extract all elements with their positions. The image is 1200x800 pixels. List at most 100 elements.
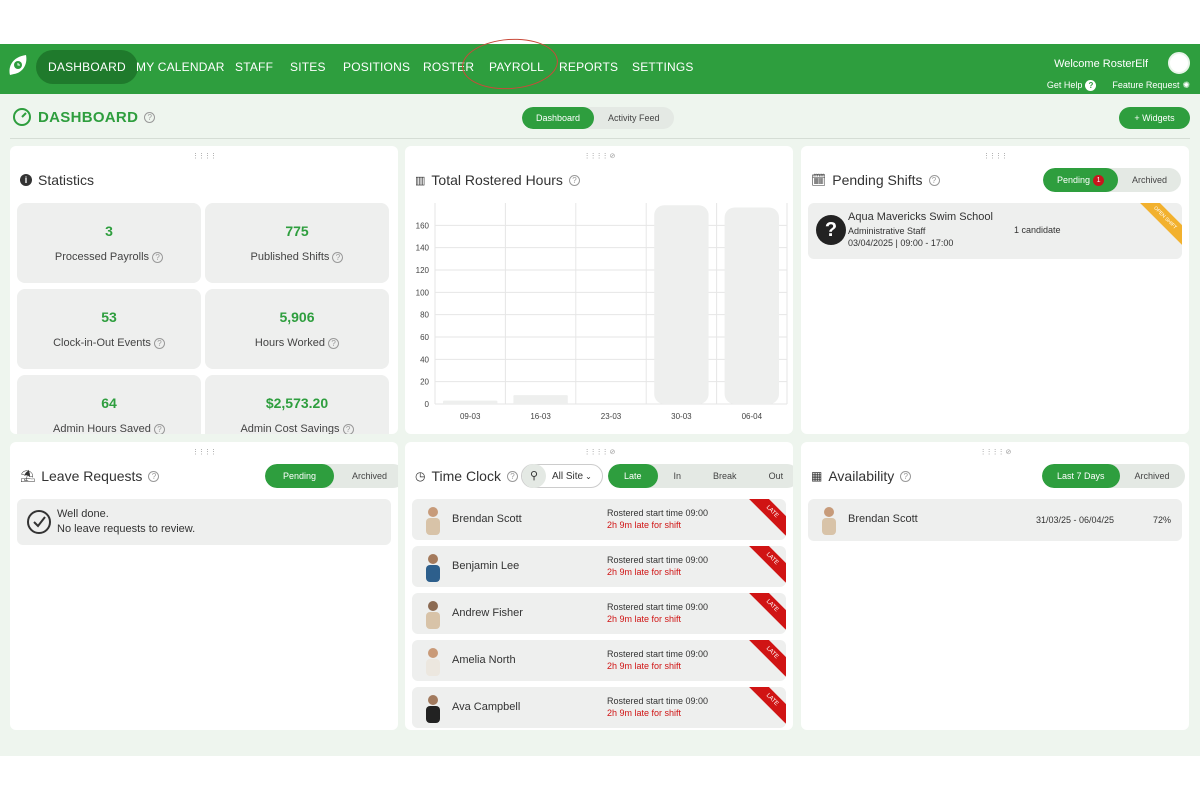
y-tick-label: 60 (420, 333, 429, 342)
y-tick-label: 80 (420, 311, 429, 320)
company-name: Aqua Mavericks Swim School (848, 211, 993, 223)
location-pin-icon: ⚲ (522, 464, 546, 488)
drag-handle-icon[interactable]: ⋮⋮⋮⋮ ⊘ (980, 448, 1012, 456)
drag-handle-icon[interactable]: ⋮⋮⋮⋮ (983, 152, 1008, 160)
drag-handle-icon[interactable]: ⋮⋮⋮⋮ ⊘ (584, 448, 616, 456)
help-icon: ? (152, 252, 164, 263)
help-icon: ? (1085, 80, 1097, 91)
pending-shifts-tabs: Pending 1 Archived (1043, 168, 1182, 192)
lightbulb-icon: ✺ (1182, 80, 1190, 90)
nav-reports[interactable]: REPORTS (547, 50, 630, 84)
tab-pending[interactable]: Pending (265, 464, 335, 488)
nav-positions[interactable]: POSITIONS (331, 50, 422, 84)
candidate-count: 1 candidate (1014, 225, 1061, 235)
x-tick-label: 23-03 (601, 412, 622, 421)
help-icon: ? (153, 424, 165, 434)
shift-time: 03/04/2025 | 09:00 - 17:00 (848, 238, 954, 248)
time-clock-row[interactable]: Andrew Fisher Rostered start time 09:00 2… (412, 593, 786, 634)
tab-archived[interactable]: Archived (1118, 168, 1181, 192)
x-tick-label: 30-03 (671, 412, 692, 421)
tab-in[interactable]: In (658, 464, 698, 488)
chevron-down-icon: ⌄ (585, 471, 592, 481)
view-toggle: Dashboard Activity Feed (522, 107, 674, 129)
app-frame: DASHBOARD MY CALENDAR STAFF SITES POSITI… (0, 35, 1200, 756)
availability-percent: 72% (1153, 515, 1172, 525)
tab-dashboard[interactable]: Dashboard (522, 107, 595, 129)
question-icon: ? (816, 215, 846, 245)
stat-card: 64 Admin Hours Saved ? (17, 375, 201, 434)
time-clock-row[interactable]: Brendan Scott Rostered start time 09:00 2… (412, 499, 786, 540)
time-clock-row[interactable]: Benjamin Lee Rostered start time 09:00 2h… (412, 546, 786, 587)
tab-archived[interactable]: Archived (1120, 464, 1185, 488)
statistics-panel: ⋮⋮⋮⋮ i Statistics 3 Processed Payrolls ?… (10, 146, 398, 434)
tab-activity-feed[interactable]: Activity Feed (594, 107, 674, 129)
availability-tabs: Last 7 Days Archived (1042, 464, 1185, 488)
help-icon: ? (342, 424, 354, 434)
time-clock-row[interactable]: Amelia North Rostered start time 09:00 2h… (412, 640, 786, 681)
time-clock-row[interactable]: Ava Campbell Rostered start time 09:00 2h… (412, 687, 786, 728)
leave-requests-tabs: Pending Archived (265, 464, 398, 488)
help-icon[interactable]: ? (148, 470, 160, 482)
y-tick-label: 40 (420, 355, 429, 364)
y-tick-label: 160 (416, 221, 430, 230)
rosterelf-logo-icon[interactable] (6, 53, 30, 79)
drag-handle-icon[interactable]: ⋮⋮⋮⋮ (192, 448, 217, 456)
staff-avatar (426, 648, 440, 676)
tab-late[interactable]: Late (608, 464, 658, 488)
beach-chair-icon: ⛱ (20, 469, 36, 483)
message-body: No leave requests to review. (57, 523, 196, 535)
add-widgets-button[interactable]: + Widgets (1119, 107, 1190, 129)
pending-shifts-panel: ⋮⋮⋮⋮ 🗓 Pending Shifts ? Pending 1 Archive… (801, 146, 1189, 434)
y-tick-label: 140 (416, 244, 430, 253)
user-avatar[interactable] (1168, 52, 1190, 74)
availability-row[interactable]: Brendan Scott 31/03/25 - 06/04/25 72% (808, 499, 1182, 541)
welcome-text: Welcome RosterElf (1054, 58, 1148, 70)
y-tick-label: 0 (425, 400, 430, 409)
tab-out[interactable]: Out (753, 464, 793, 488)
site-filter-select[interactable]: ⚲ All Site ⌄ (521, 464, 603, 488)
bar-06-04[interactable] (724, 207, 779, 404)
tab-pending[interactable]: Pending 1 (1043, 168, 1119, 192)
tab-break[interactable]: Break (697, 464, 753, 488)
time-clock-panel: ⋮⋮⋮⋮ ⊘ ◷ Time Clock ? ⚲ All Site ⌄ Late I… (405, 442, 793, 730)
help-icon[interactable]: ? (900, 470, 912, 482)
pending-shift-card[interactable]: ? Aqua Mavericks Swim School Administrat… (808, 203, 1182, 259)
clock-icon: ◷ (415, 469, 426, 483)
nav-payroll[interactable]: PAYROLL (477, 50, 556, 84)
feature-request-link[interactable]: Feature Request ✺ (1112, 80, 1190, 91)
bar-30-03[interactable] (654, 205, 709, 404)
help-icon[interactable]: ? (928, 174, 940, 186)
nav-dashboard[interactable]: DASHBOARD (36, 50, 138, 84)
y-tick-label: 20 (420, 378, 429, 387)
drag-handle-icon[interactable]: ⋮⋮⋮⋮ (192, 152, 217, 160)
nav-settings[interactable]: SETTINGS (620, 50, 706, 84)
staff-avatar (426, 695, 440, 723)
calendar-clock-icon: 🗓 (811, 173, 827, 187)
tab-archived[interactable]: Archived (334, 464, 398, 488)
info-icon: i (20, 174, 32, 186)
bar-16-03[interactable] (513, 395, 568, 404)
stat-card: 53 Clock-in-Out Events ? (17, 289, 201, 369)
get-help-link[interactable]: Get Help? (1047, 80, 1097, 91)
divider (10, 138, 1190, 139)
rostered-hours-panel: ⋮⋮⋮⋮ ⊘ ▥ Total Rostered Hours ? 0 20 40 60 8… (405, 146, 793, 434)
staff-avatar (426, 554, 440, 582)
statistics-title: i Statistics (20, 172, 94, 188)
help-icon: ? (332, 252, 344, 263)
tab-last-7-days[interactable]: Last 7 Days (1042, 464, 1120, 488)
calendar-icon: ▦ (811, 469, 823, 483)
help-icon[interactable]: ? (506, 470, 518, 482)
help-icon[interactable]: ? (144, 111, 156, 123)
nav-my-calendar[interactable]: MY CALENDAR (124, 50, 237, 84)
staff-avatar (822, 507, 836, 535)
x-tick-label: 09-03 (460, 412, 481, 421)
staff-avatar (426, 601, 440, 629)
dashboard-header: DASHBOARD ? (12, 107, 156, 127)
nav-sites[interactable]: SITES (278, 50, 338, 84)
nav-roster[interactable]: ROSTER (411, 50, 486, 84)
date-range: 31/03/25 - 06/04/25 (1036, 515, 1115, 525)
shift-role: Administrative Staff (848, 226, 926, 236)
staff-avatar (426, 507, 440, 535)
bar-09-03[interactable] (443, 400, 498, 404)
nav-staff[interactable]: STAFF (223, 50, 285, 84)
